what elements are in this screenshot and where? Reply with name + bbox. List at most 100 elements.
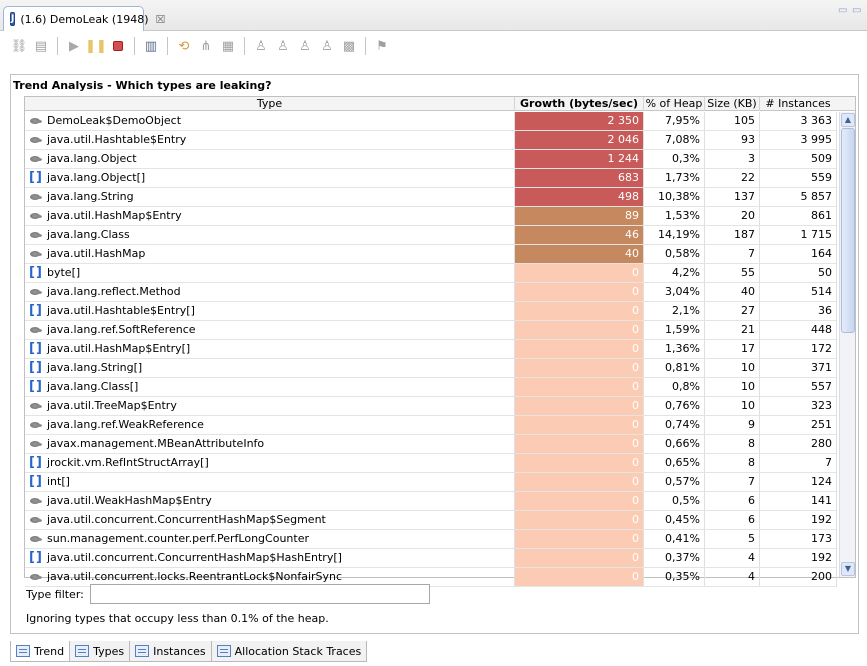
array-type-icon [29, 264, 43, 282]
table-row[interactable]: int[] 00,57%7124 [25, 473, 837, 492]
class-type-icon [29, 516, 43, 525]
column-header-growth[interactable]: Growth (bytes/sec) [515, 97, 644, 111]
table-row[interactable]: java.util.concurrent.ConcurrentHashMap$S… [25, 511, 837, 530]
cell-type: java.lang.String[] [25, 359, 515, 377]
cell-growth: 0 [515, 568, 644, 586]
class-type-icon [29, 535, 43, 544]
cell-instances: 164 [760, 245, 837, 263]
array-type-icon [29, 340, 43, 358]
settings-icon[interactable]: ⚑ [373, 37, 391, 55]
column-header-instances[interactable]: # Instances [760, 97, 836, 111]
stack-trace-icon [216, 645, 231, 657]
tab-trend[interactable]: Trend [10, 641, 71, 662]
cell-type: java.util.concurrent.ConcurrentHashMap$H… [25, 549, 515, 567]
cell-type: java.util.HashMap$Entry [25, 207, 515, 225]
cell-growth: 0 [515, 378, 644, 396]
user-icon[interactable]: ♙ [252, 37, 270, 55]
export-icon[interactable]: ▩ [340, 37, 358, 55]
tab-instances[interactable]: Instances [129, 641, 212, 662]
scrollbar-thumb[interactable] [841, 128, 855, 333]
column-header-type[interactable]: Type [25, 97, 515, 111]
table-row[interactable]: java.lang.String[] 00,81%10371 [25, 359, 837, 378]
class-type-icon [29, 155, 43, 164]
column-header-size[interactable]: Size (KB) [705, 97, 760, 111]
table-row[interactable]: java.lang.String 498 10,38% 137 5 857 [25, 188, 837, 207]
type-name: java.util.HashMap$Entry[] [47, 342, 191, 355]
table-row[interactable]: java.lang.Object 1 244 0,3% 3 509 [25, 150, 837, 169]
maximize-icon[interactable]: ▭ [852, 6, 862, 16]
minimize-icon[interactable]: ▭ [838, 6, 848, 16]
table-row[interactable]: java.util.TreeMap$Entry 0 0,76% 10 323 [25, 397, 837, 416]
pane-title: Trend Analysis - Which types are leaking… [13, 79, 272, 92]
user-add-icon[interactable]: ♙ [274, 37, 292, 55]
table-row[interactable]: byte[] 04,2%5550 [25, 264, 837, 283]
toolbar-separator [244, 37, 245, 55]
refresh-icon[interactable]: ⟲ [175, 37, 193, 55]
table-row[interactable]: java.lang.ref.SoftReference 0 1,59% 21 448 [25, 321, 837, 340]
cell-heap: 0,76% [644, 397, 705, 415]
cell-type: java.lang.String [25, 188, 515, 206]
close-icon[interactable]: ☒ [156, 13, 166, 26]
scroll-up-icon[interactable]: ▲ [841, 113, 855, 127]
cell-heap: 0,65% [644, 454, 705, 472]
table-row[interactable]: java.lang.Class 46 14,19% 187 1 715 [25, 226, 837, 245]
cell-instances: 36 [760, 302, 837, 320]
class-type-icon [29, 212, 43, 221]
table-row[interactable]: java.util.HashMap$Entry[] 01,36%17172 [25, 340, 837, 359]
cell-instances: 861 [760, 207, 837, 225]
table-row[interactable]: java.lang.reflect.Method 0 3,04% 40 514 [25, 283, 837, 302]
cell-size: 10 [705, 378, 760, 396]
cell-heap: 7,95% [644, 112, 705, 130]
stop-icon[interactable] [109, 37, 127, 55]
toolbar: ⛓ ▤ ▶ ❚❚ ▥ ⟲ ⋔ ▦ ♙ ♙ ♙ ♙ ▩ ⚑ [10, 35, 391, 57]
cell-type: java.lang.Object [25, 150, 515, 168]
tab-types[interactable]: Types [69, 641, 131, 662]
table-row[interactable]: java.util.Hashtable$Entry 2 046 7,08% 93 3 9… [25, 131, 837, 150]
cell-growth: 0 [515, 473, 644, 491]
column-header-heap[interactable]: % of Heap [644, 97, 705, 111]
table-row[interactable]: java.util.HashMap 40 0,58% 7 164 [25, 245, 837, 264]
scroll-down-icon[interactable]: ▼ [841, 562, 855, 576]
disconnect-icon[interactable]: ⛓ [10, 37, 28, 55]
cell-heap: 0,66% [644, 435, 705, 453]
cell-type: java.util.Hashtable$Entry [25, 131, 515, 149]
pause-icon[interactable]: ❚❚ [85, 37, 107, 55]
cell-size: 6 [705, 511, 760, 529]
table-row[interactable]: sun.management.counter.perf.PerfLongCoun… [25, 530, 837, 549]
table-row[interactable]: java.lang.ref.WeakReference 0 0,74% 9 251 [25, 416, 837, 435]
cell-heap: 1,53% [644, 207, 705, 225]
table-row[interactable]: java.util.concurrent.ConcurrentHashMap$H… [25, 549, 837, 568]
play-icon[interactable]: ▶ [65, 37, 83, 55]
cell-heap: 0,35% [644, 568, 705, 586]
table-icon[interactable]: ▦ [219, 37, 237, 55]
cell-growth: 0 [515, 340, 644, 358]
cell-type: java.util.WeakHashMap$Entry [25, 492, 515, 510]
table-row[interactable]: java.util.WeakHashMap$Entry 0 0,5% 6 141 [25, 492, 837, 511]
instances-icon [135, 645, 150, 657]
editor-tab-demoleak[interactable]: J (1.6) DemoLeak (1948) ☒ [3, 6, 165, 31]
filter-icon[interactable]: ⋔ [197, 37, 215, 55]
type-filter-input[interactable] [90, 584, 430, 604]
class-type-icon [29, 117, 43, 126]
cell-heap: 0,45% [644, 511, 705, 529]
table-row[interactable]: DemoLeak$DemoObject 2 350 7,95% 105 3 363 [25, 112, 837, 131]
cell-instances: 172 [760, 340, 837, 358]
table-row[interactable]: javax.management.MBeanAttributeInfo 0 0,66… [25, 435, 837, 454]
vertical-scrollbar[interactable]: ▲ ▼ [839, 112, 855, 577]
table-row[interactable]: java.lang.Object[] 6831,73%22559 [25, 169, 837, 188]
trash-icon[interactable]: ▥ [142, 37, 160, 55]
cell-instances: 280 [760, 435, 837, 453]
table-row[interactable]: java.util.HashMap$Entry 89 1,53% 20 861 [25, 207, 837, 226]
type-name: java.util.Hashtable$Entry[] [47, 304, 195, 317]
user-search-icon[interactable]: ♙ [296, 37, 314, 55]
tab-allocation-stack-traces[interactable]: Allocation Stack Traces [210, 641, 368, 662]
user-count-icon[interactable]: ♙ [318, 37, 336, 55]
table-row[interactable]: java.lang.Class[] 00,8%10557 [25, 378, 837, 397]
cell-size: 21 [705, 321, 760, 339]
table-row[interactable]: jrockit.vm.RefIntStructArray[] 00,65%87 [25, 454, 837, 473]
cell-growth: 0 [515, 549, 644, 567]
cell-heap: 1,36% [644, 340, 705, 358]
gc-icon[interactable]: ▤ [32, 37, 50, 55]
type-name: java.lang.reflect.Method [47, 285, 181, 298]
table-row[interactable]: java.util.Hashtable$Entry[] 02,1%2736 [25, 302, 837, 321]
